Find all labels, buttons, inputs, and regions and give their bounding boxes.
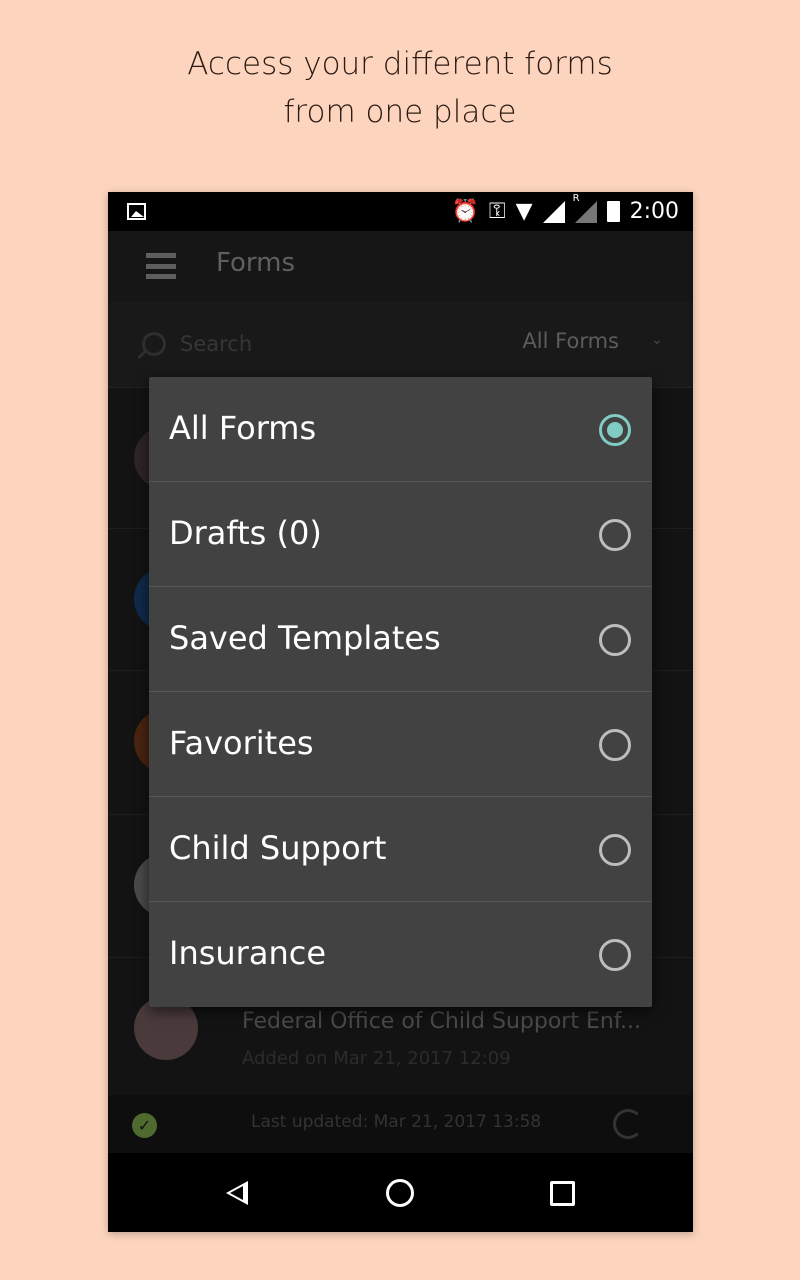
- image-icon: [127, 203, 146, 220]
- list-item-subtitle: Added on Mar 21, 2017 12:09: [242, 1048, 511, 1069]
- menu-item-label: Insurance: [169, 934, 326, 972]
- menu-item-label: Child Support: [169, 829, 387, 867]
- search-input[interactable]: Search: [180, 332, 252, 356]
- menu-item-saved-templates[interactable]: Saved Templates: [149, 587, 652, 692]
- signal-roaming-icon: R: [573, 193, 597, 223]
- radio-selected-icon[interactable]: [599, 414, 631, 446]
- radio-icon[interactable]: [599, 519, 631, 551]
- alarm-icon: ⏰: [451, 199, 479, 224]
- radio-icon[interactable]: [599, 624, 631, 656]
- recents-icon[interactable]: [550, 1181, 575, 1206]
- status-bar: ⏰ ⚿ ▼ R 2:00: [108, 192, 693, 231]
- last-updated-text: Last updated: Mar 21, 2017 13:58: [251, 1112, 542, 1132]
- menu-item-insurance[interactable]: Insurance: [149, 902, 652, 1007]
- chevron-down-icon[interactable]: ⌄: [651, 332, 663, 348]
- page-title: Forms: [216, 248, 296, 278]
- filter-menu: All Forms Drafts (0) Saved Templates Fav…: [149, 377, 652, 1007]
- menu-item-label: Drafts (0): [169, 514, 322, 552]
- search-bar: Search All Forms ⌄: [108, 302, 693, 388]
- menu-item-all-forms[interactable]: All Forms: [149, 377, 652, 482]
- phone-screen: ⏰ ⚿ ▼ R 2:00 Forms Search All Forms ⌄ Fe…: [108, 192, 693, 1232]
- search-icon: [142, 332, 166, 356]
- caption-line-1: Access your different forms: [187, 46, 613, 82]
- check-icon: ✓: [132, 1113, 157, 1138]
- wifi-icon: ▼: [515, 199, 533, 224]
- radio-icon[interactable]: [599, 939, 631, 971]
- back-icon[interactable]: [226, 1181, 248, 1205]
- navigation-bar: [108, 1153, 693, 1232]
- filter-dropdown[interactable]: All Forms: [522, 329, 619, 353]
- sync-status-bar: ✓ Last updated: Mar 21, 2017 13:58: [108, 1095, 693, 1153]
- caption: Access your different forms from one pla…: [0, 40, 800, 136]
- radio-icon[interactable]: [599, 834, 631, 866]
- caption-line-2: from one place: [283, 94, 517, 130]
- radio-icon[interactable]: [599, 729, 631, 761]
- menu-item-label: Favorites: [169, 724, 314, 762]
- battery-icon: [606, 201, 620, 222]
- refresh-icon[interactable]: [613, 1109, 643, 1139]
- clock: 2:00: [629, 199, 679, 224]
- list-item-title: Federal Office of Child Support Enf...: [242, 1009, 641, 1034]
- menu-item-favorites[interactable]: Favorites: [149, 692, 652, 797]
- signal-icon: [542, 200, 565, 223]
- menu-item-label: Saved Templates: [169, 619, 441, 657]
- home-icon[interactable]: [386, 1179, 414, 1207]
- vpn-key-icon: ⚿: [488, 199, 506, 224]
- menu-icon[interactable]: [146, 253, 176, 279]
- menu-item-drafts[interactable]: Drafts (0): [149, 482, 652, 587]
- menu-item-label: All Forms: [169, 409, 317, 447]
- menu-item-child-support[interactable]: Child Support: [149, 797, 652, 902]
- app-toolbar: Forms: [108, 231, 693, 302]
